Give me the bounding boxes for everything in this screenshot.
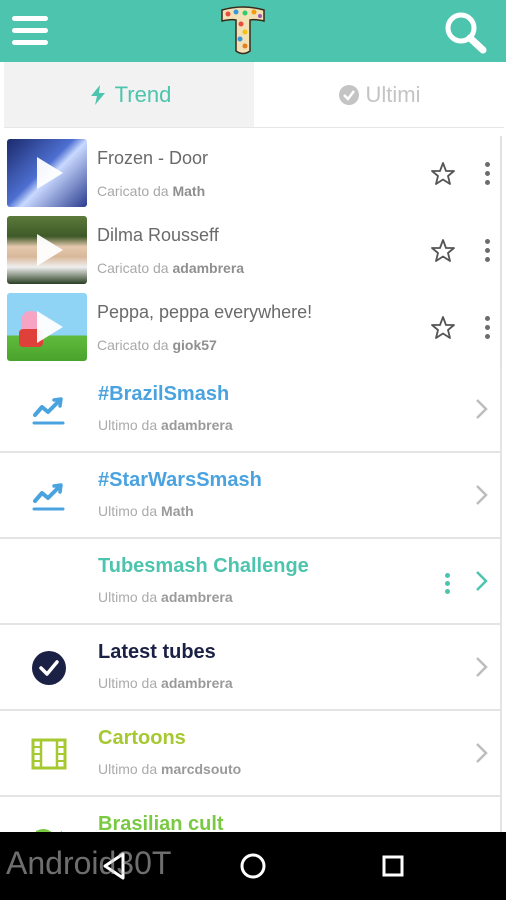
channel-latest: Ultimo da adambrera	[98, 417, 233, 433]
tab-trend[interactable]: Trend	[4, 62, 254, 127]
hamburger-line	[12, 16, 48, 21]
star-icon[interactable]	[430, 315, 456, 341]
channel-latest: Ultimo da Math	[98, 503, 194, 519]
app-bar	[0, 0, 506, 62]
latest-user: Math	[161, 503, 194, 519]
channel-title: #BrazilSmash	[98, 383, 230, 405]
latest-prefix: Ultimo da	[98, 503, 158, 519]
trending-chart-icon	[32, 483, 65, 511]
home-icon[interactable]	[218, 832, 288, 900]
channel-row-brazilsmash[interactable]: #BrazilSmash Ultimo da adambrera	[0, 367, 502, 453]
chevron-right-icon	[476, 571, 488, 591]
more-options-button[interactable]	[480, 160, 494, 188]
recent-apps-icon[interactable]	[358, 832, 428, 900]
latest-prefix: Ultimo da	[98, 675, 158, 691]
tubesmash-logo	[221, 6, 265, 55]
star-icon[interactable]	[430, 161, 456, 187]
dot	[485, 334, 490, 339]
video-row: Dilma Rousseff Caricato da adambrera	[0, 213, 502, 290]
channel-title: Tubesmash Challenge	[98, 555, 309, 577]
channel-title: #StarWarsSmash	[98, 469, 262, 491]
dot	[485, 239, 490, 244]
channel-title: Cartoons	[98, 727, 186, 749]
latest-user: adambrera	[161, 675, 233, 691]
video-thumbnail-frozen[interactable]	[7, 139, 87, 207]
lightning-icon	[90, 84, 105, 105]
channel-row-cartoons[interactable]: Cartoons Ultimo da marcdsouto	[0, 711, 502, 797]
play-icon	[37, 311, 63, 343]
video-thumbnail-dilma[interactable]	[7, 216, 87, 284]
hamburger-line	[12, 40, 48, 45]
dot	[485, 316, 490, 321]
dot	[485, 248, 490, 253]
check-circle-icon	[338, 84, 359, 105]
latest-prefix: Ultimo da	[98, 417, 158, 433]
more-options-button[interactable]	[480, 314, 494, 342]
dot	[445, 581, 450, 586]
latest-prefix: Ultimo da	[98, 761, 158, 777]
tab-ultimi[interactable]: Ultimi	[254, 62, 504, 127]
channel-row-starwarssmash[interactable]: #StarWarsSmash Ultimo da Math	[0, 453, 502, 539]
video-title[interactable]: Frozen - Door	[97, 148, 208, 169]
video-row: Frozen - Door Caricato da Math	[0, 136, 502, 213]
more-options-button[interactable]	[480, 237, 494, 265]
channel-latest: Ultimo da adambrera	[98, 589, 233, 605]
video-list: Frozen - Door Caricato da Math Dilma Rou…	[0, 136, 506, 367]
tab-label: Ultimi	[365, 81, 421, 107]
channel-latest: Ultimo da marcdsouto	[98, 761, 241, 777]
latest-user: adambrera	[161, 417, 233, 433]
more-options-button[interactable]	[440, 571, 454, 595]
dot	[485, 162, 490, 167]
search-icon[interactable]	[442, 10, 488, 54]
chevron-right-icon	[476, 399, 488, 419]
chevron-right-icon	[476, 485, 488, 505]
latest-user: marcdsouto	[161, 761, 242, 777]
uploader-prefix: Caricato da	[97, 183, 169, 199]
channel-title: Latest tubes	[98, 641, 216, 663]
hamburger-line	[12, 28, 48, 33]
dot	[445, 573, 450, 578]
dot	[485, 171, 490, 176]
trending-chart-icon	[32, 397, 65, 425]
check-circle-icon	[32, 651, 66, 685]
tab-label: Trend	[114, 81, 172, 107]
dot	[485, 257, 490, 262]
video-uploader: Caricato da adambrera	[97, 260, 244, 276]
uploader-prefix: Caricato da	[97, 337, 169, 353]
system-nav-bar	[0, 832, 506, 900]
uploader-prefix: Caricato da	[97, 260, 169, 276]
channel-row-tubesmash-challenge[interactable]: Tubesmash Challenge Ultimo da adambrera	[0, 539, 502, 625]
film-strip-icon	[31, 738, 67, 770]
play-icon	[37, 157, 63, 189]
uploader-name[interactable]: adambrera	[172, 260, 244, 276]
video-uploader: Caricato da Math	[97, 183, 205, 199]
dot	[485, 325, 490, 330]
chevron-right-icon	[476, 657, 488, 677]
latest-user: adambrera	[161, 589, 233, 605]
dot	[485, 180, 490, 185]
video-uploader: Caricato da giok57	[97, 337, 217, 353]
latest-prefix: Ultimo da	[98, 589, 158, 605]
video-row: Peppa, peppa everywhere! Caricato da gio…	[0, 290, 502, 367]
chevron-right-icon	[476, 743, 488, 763]
tab-bar: Trend Ultimi	[4, 62, 504, 128]
dot	[445, 589, 450, 594]
video-thumbnail-peppa[interactable]	[7, 293, 87, 361]
channel-list: #BrazilSmash Ultimo da adambrera #StarWa…	[0, 367, 506, 883]
back-icon[interactable]	[78, 832, 148, 900]
uploader-name[interactable]: giok57	[172, 337, 216, 353]
channel-row-latest-tubes[interactable]: Latest tubes Ultimo da adambrera	[0, 625, 502, 711]
star-icon[interactable]	[430, 238, 456, 264]
video-title[interactable]: Peppa, peppa everywhere!	[97, 302, 312, 323]
play-icon	[37, 234, 63, 266]
uploader-name[interactable]: Math	[172, 183, 205, 199]
video-title[interactable]: Dilma Rousseff	[97, 225, 219, 246]
channel-latest: Ultimo da adambrera	[98, 675, 233, 691]
menu-button[interactable]	[12, 14, 48, 48]
